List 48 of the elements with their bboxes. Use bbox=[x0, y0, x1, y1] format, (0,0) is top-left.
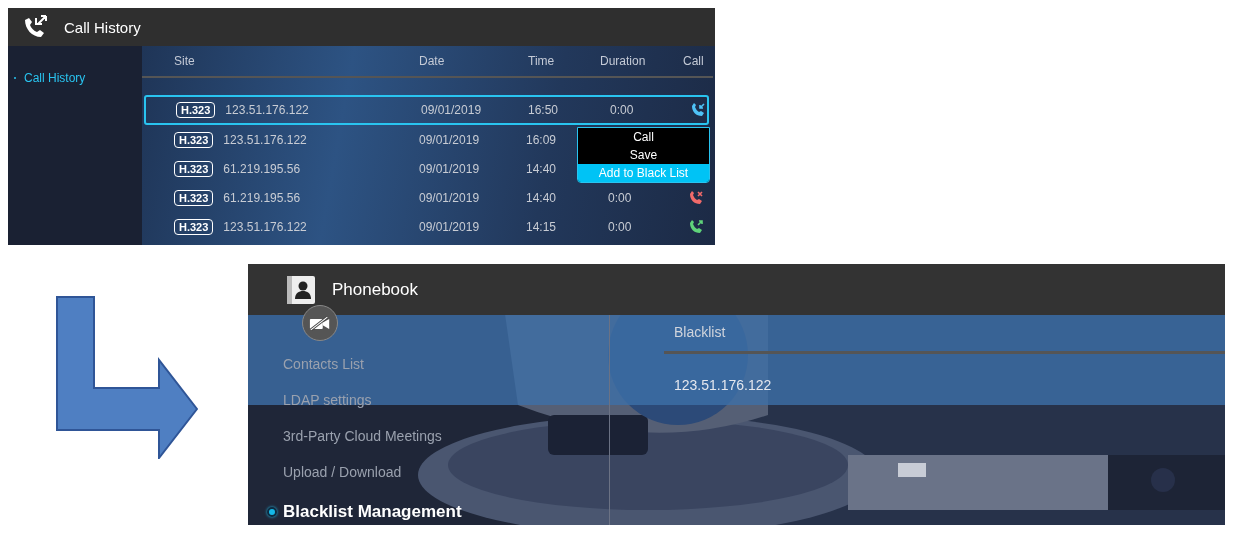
table-cell: 0:00 bbox=[608, 219, 632, 234]
table-cell-text: 09/01/2019 bbox=[421, 103, 483, 117]
phone-outgoing-icon[interactable] bbox=[689, 219, 703, 234]
menu-item[interactable]: Save bbox=[578, 146, 709, 164]
menu-item[interactable]: Call bbox=[578, 128, 709, 146]
protocol-badge: H.323 bbox=[174, 131, 214, 148]
table-cell: 123.51.176.122 bbox=[225, 103, 309, 117]
column-header: Site bbox=[174, 54, 196, 68]
table-cell-text: 09/01/2019 bbox=[419, 219, 481, 234]
table-cell-text: 14:40 bbox=[526, 190, 558, 205]
table-row[interactable]: H.323 61.219.195.56 09/01/2019 14:40 0:00 bbox=[142, 183, 709, 212]
window-title: Call History bbox=[64, 18, 141, 36]
protocol-badge: H.323 bbox=[174, 189, 214, 206]
menu-item[interactable]: 3rd-Party Cloud Meetings bbox=[283, 418, 442, 454]
window-title: Phonebook bbox=[332, 279, 419, 300]
table-cell-text: 14:15 bbox=[526, 219, 558, 234]
column-header: Time bbox=[527, 54, 556, 68]
table-cell-text: 09/01/2019 bbox=[419, 190, 481, 205]
phone-arrows-icon bbox=[22, 14, 50, 40]
column-header: Date bbox=[419, 54, 446, 68]
protocol-badge: H.323 bbox=[174, 160, 214, 177]
table-cell: 123.51.176.122 bbox=[223, 219, 307, 234]
menu-item[interactable]: Blacklist Management bbox=[267, 494, 462, 525]
column-header: Call bbox=[682, 54, 705, 68]
table-cell: 123.51.176.122 bbox=[223, 132, 307, 147]
column-header: Blacklist bbox=[674, 324, 726, 340]
camera-off-icon bbox=[309, 315, 331, 331]
table-cell: 0:00 bbox=[608, 190, 632, 205]
table-cell: 61.219.195.56 bbox=[223, 161, 301, 176]
phone-missed-icon[interactable] bbox=[689, 190, 703, 205]
table-row[interactable]: H.323 123.51.176.122 09/01/2019 14:15 0:00 bbox=[142, 212, 709, 241]
contact-book-icon bbox=[286, 274, 316, 305]
table-cell-text: 14:40 bbox=[526, 161, 558, 176]
arrow-icon bbox=[56, 296, 198, 459]
table-cell-text: 16:50 bbox=[528, 103, 560, 117]
table-cell-text: 09/01/2019 bbox=[419, 132, 481, 147]
column-header: Duration bbox=[600, 54, 647, 68]
table-cell[interactable]: 123.51.176.122 bbox=[674, 377, 772, 393]
sidebar-item[interactable]: Call History bbox=[8, 71, 142, 85]
table-cell-text: 09/01/2019 bbox=[419, 161, 481, 176]
phone-incoming-icon[interactable] bbox=[691, 103, 705, 117]
table-row[interactable]: H.323 123.51.176.122 09/01/2019 16:50 0:00 bbox=[144, 95, 709, 125]
table-cell-text: 16:09 bbox=[526, 132, 558, 147]
menu-item[interactable]: Upload / Download bbox=[283, 454, 402, 490]
protocol-badge: H.323 bbox=[174, 218, 214, 235]
table-cell: 61.219.195.56 bbox=[223, 190, 301, 205]
protocol-badge: H.323 bbox=[176, 102, 216, 118]
table-cell: 0:00 bbox=[610, 103, 634, 117]
